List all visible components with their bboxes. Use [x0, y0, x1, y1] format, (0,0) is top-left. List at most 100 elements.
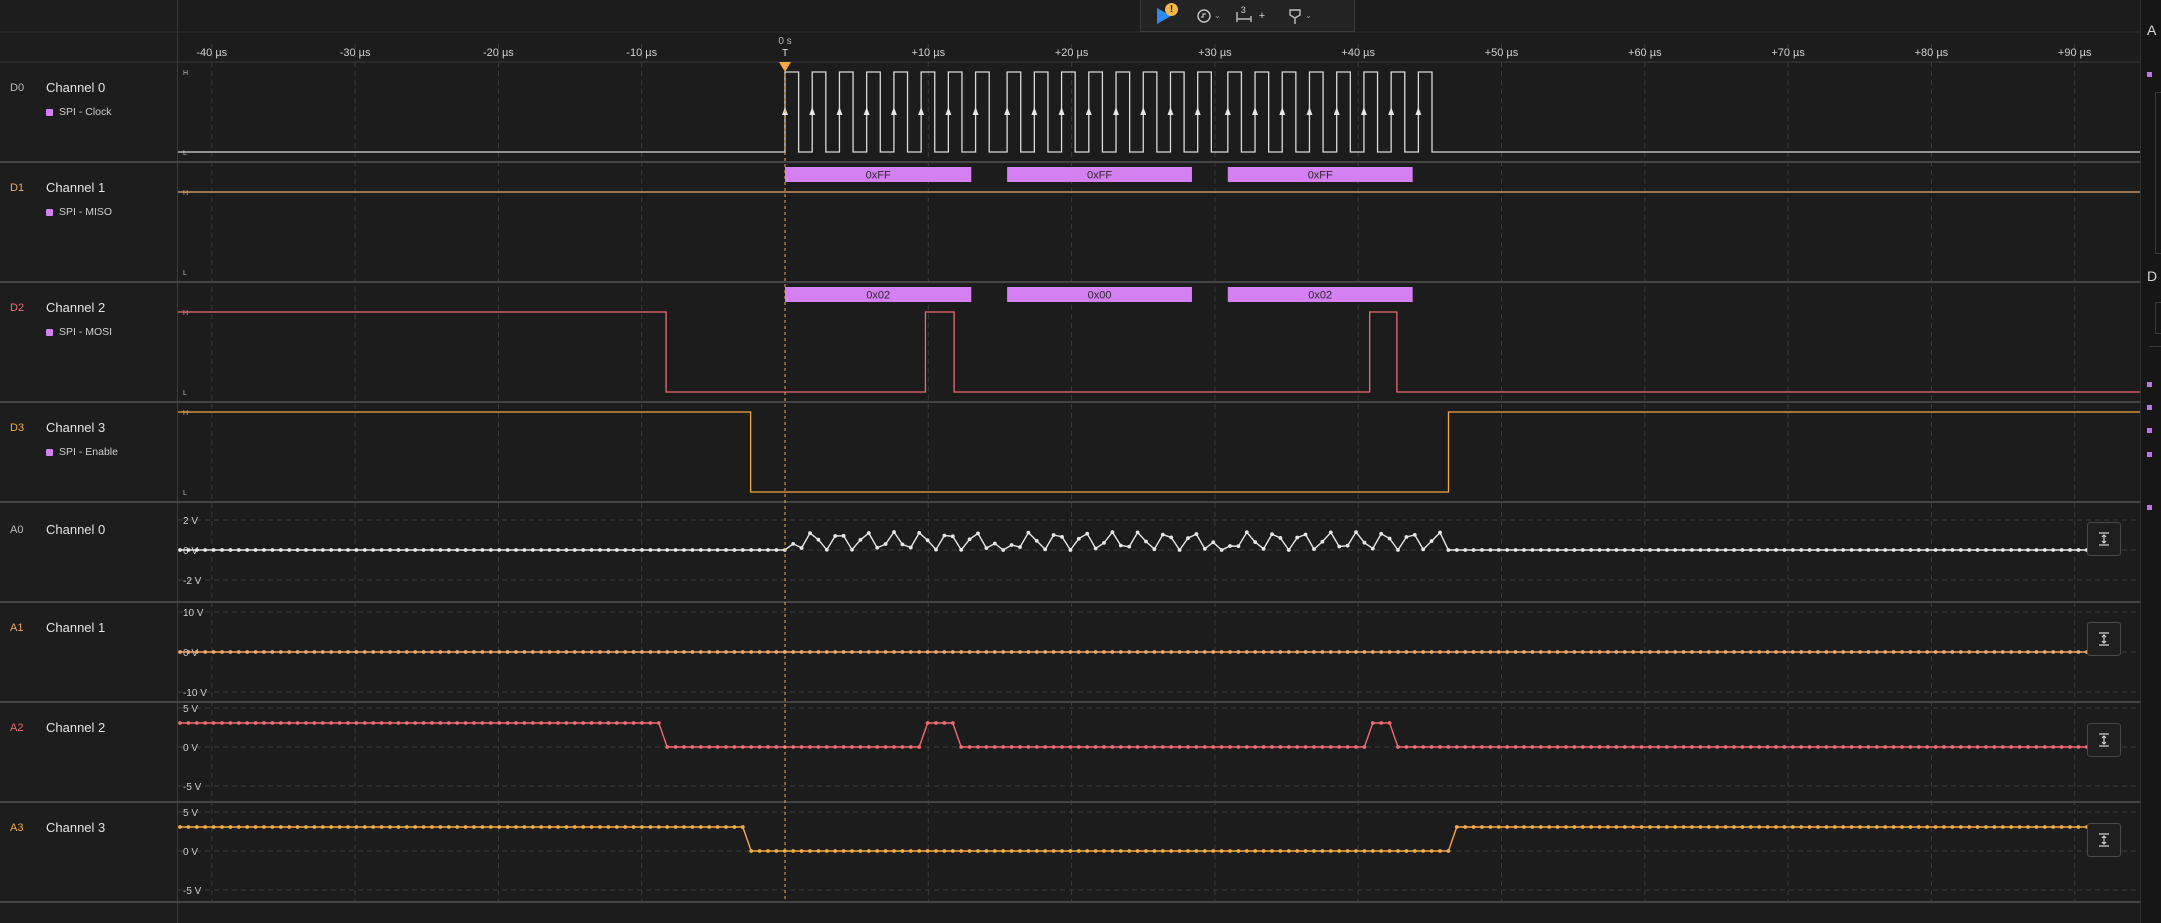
sample-point [908, 745, 913, 749]
sample-point [1723, 548, 1728, 552]
sample-point [1127, 849, 1132, 853]
sample-point [1925, 650, 1930, 654]
sample-point [1505, 745, 1510, 749]
sample-point [1513, 825, 1518, 829]
sample-point [665, 825, 670, 829]
sample-point [1177, 849, 1182, 853]
sample-point [673, 548, 678, 552]
sample-point [354, 650, 359, 654]
analyzer-color-dot [2147, 382, 2152, 387]
sample-point [1320, 650, 1325, 654]
autoscale-button-a2[interactable] [2087, 723, 2121, 757]
sample-point [203, 721, 208, 725]
sample-point [1244, 650, 1249, 654]
sample-point [1690, 825, 1694, 829]
sample-point [320, 721, 325, 725]
marker-dropdown[interactable]: ⌄ [1282, 4, 1317, 28]
sample-point [1471, 650, 1476, 654]
sample-point [245, 721, 250, 725]
sample-point [1186, 650, 1190, 654]
sample-point [1370, 650, 1375, 654]
sample-point [640, 825, 644, 829]
sample-point [1026, 745, 1031, 749]
sample-point [329, 721, 334, 725]
sample-point [942, 650, 947, 654]
sample-point [1522, 548, 1526, 552]
sample-point [967, 537, 972, 542]
autoscale-button-a1[interactable] [2087, 622, 2121, 656]
sample-point [732, 548, 737, 552]
panel-input[interactable] [2155, 302, 2161, 334]
sample-point [900, 745, 905, 749]
sample-point [656, 548, 661, 552]
sample-point [581, 721, 586, 725]
sample-point [1589, 650, 1594, 654]
mosi-decoded-frame-label: 0x02 [866, 290, 890, 302]
waveform-plot[interactable]: -40 µs -30 µs -20 µs -10 µs +10 µs +20 µs +30 … [0, 0, 2140, 923]
sample-point [1001, 745, 1006, 749]
fit-vertical-icon [2099, 733, 2109, 747]
sample-point [1723, 825, 1728, 829]
sample-point [892, 849, 896, 853]
sample-point [1194, 532, 1199, 536]
sample-point [514, 721, 518, 725]
sample-point [522, 721, 527, 725]
sample-point [1538, 548, 1543, 552]
sample-point [1312, 650, 1316, 654]
autoscale-button-a3[interactable] [2087, 823, 2121, 857]
sample-point [1102, 540, 1106, 545]
sample-point [824, 547, 829, 552]
sample-point [1396, 650, 1400, 654]
add-measurement-button[interactable]: 3 + [1230, 4, 1270, 28]
sample-point [472, 721, 476, 725]
sample-point [1102, 849, 1106, 853]
sample-point [1480, 548, 1484, 552]
sample-point [421, 650, 426, 654]
sample-point [178, 650, 182, 654]
autoscale-button-a0[interactable] [2087, 522, 2121, 556]
sample-point [1942, 548, 1946, 552]
sample-point [379, 825, 384, 829]
sample-point [1874, 745, 1879, 749]
level-low-label: L [183, 490, 187, 497]
sample-point [1858, 745, 1862, 749]
sample-point [1488, 548, 1493, 552]
sample-point [1597, 825, 1602, 829]
sample-point [1202, 546, 1207, 551]
sample-point [673, 650, 678, 654]
sample-point [1732, 745, 1736, 749]
sample-point [1295, 745, 1300, 749]
sample-point [539, 721, 544, 725]
sample-point [1303, 650, 1308, 654]
sample-point [1496, 548, 1501, 552]
sample-point [396, 650, 401, 654]
sample-point [262, 650, 266, 654]
trigger-mode-dropdown[interactable]: ⌄ [1191, 4, 1226, 28]
rising-edge-marker [1058, 107, 1065, 115]
sample-point [480, 825, 485, 829]
start-capture-button[interactable]: ! [1149, 2, 1179, 28]
sample-point [236, 825, 241, 829]
sample-point [1841, 650, 1846, 654]
sample-point [522, 825, 527, 829]
analyzer-list-box[interactable] [2155, 92, 2161, 254]
sample-point [295, 721, 300, 725]
sample-point [262, 721, 266, 725]
sample-point [1169, 745, 1174, 749]
sample-point [337, 650, 342, 654]
sample-point [1782, 548, 1787, 552]
sample-point [648, 825, 653, 829]
sample-point [598, 548, 602, 552]
sample-point [1580, 745, 1585, 749]
sample-point [371, 721, 376, 725]
sample-point [1656, 825, 1661, 829]
sample-point [1631, 650, 1636, 654]
time-tick-label: +60 µs [1628, 47, 1662, 59]
level-high-label: H [183, 190, 188, 197]
time-tick-label: +70 µs [1771, 47, 1805, 59]
sample-point [1278, 650, 1283, 654]
sample-point [1463, 745, 1468, 749]
voltage-scale-label: 5 V [183, 808, 198, 819]
sample-point [1774, 825, 1778, 829]
sample-point [1228, 544, 1232, 548]
